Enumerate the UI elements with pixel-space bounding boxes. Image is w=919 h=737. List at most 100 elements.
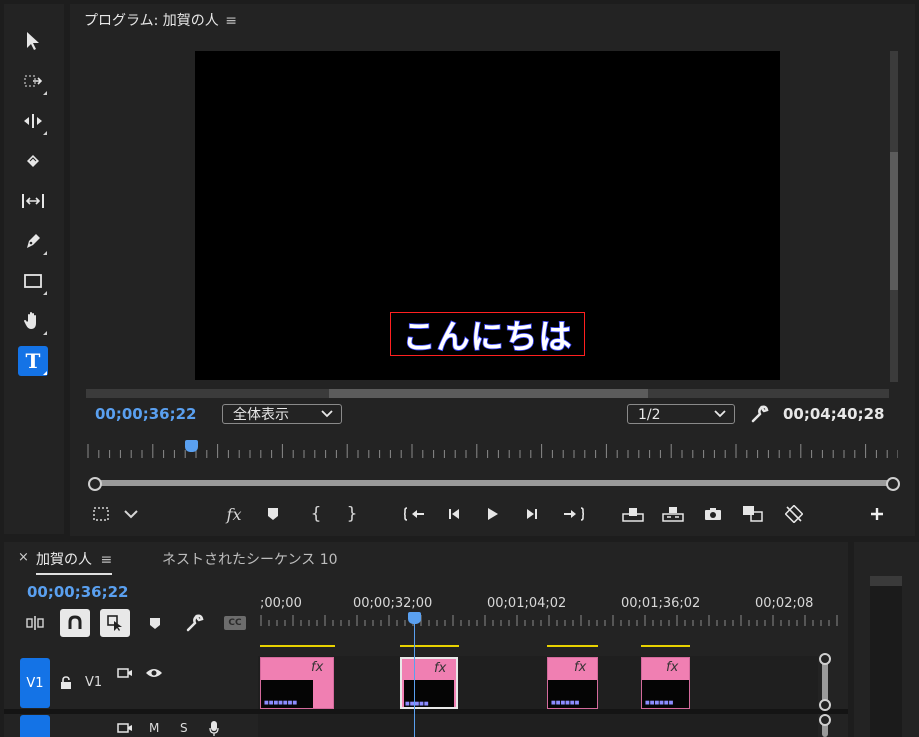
- audio-meter-header: [870, 576, 902, 586]
- export-frame-icon[interactable]: [702, 503, 724, 525]
- video-clip[interactable]: fx ■■■■■■■: [260, 657, 334, 709]
- timeline-add-marker-icon[interactable]: [144, 612, 166, 634]
- fx-icon[interactable]: fx: [222, 503, 246, 525]
- video-clip[interactable]: fx ■■■■■: [400, 657, 458, 709]
- play-icon[interactable]: [481, 503, 503, 525]
- current-timecode[interactable]: 00;00;36;22: [95, 405, 197, 423]
- ruler-label: 00;01;04;02: [487, 596, 567, 611]
- timeline-settings-wrench-icon[interactable]: [184, 612, 206, 634]
- rectangle-tool-icon[interactable]: [18, 266, 48, 296]
- magnet-icon: [68, 615, 82, 629]
- track-scroll-handle-bottom[interactable]: [819, 699, 831, 711]
- clip-thumbnail-text: ■■■■■■: [645, 700, 674, 706]
- proxy-toggle-icon[interactable]: [783, 503, 805, 525]
- timeline-timecode[interactable]: 00;00;36;22: [27, 583, 129, 601]
- eye-icon[interactable]: [144, 664, 164, 682]
- caption-text-box[interactable]: こんにちは: [390, 312, 585, 357]
- razor-tool-icon[interactable]: [18, 146, 48, 176]
- track-area: [258, 656, 818, 737]
- timeline-playhead-head[interactable]: [408, 612, 421, 624]
- type-tool-icon[interactable]: T: [18, 346, 48, 376]
- tab-close-icon[interactable]: ×: [18, 550, 29, 565]
- video-clip[interactable]: fx ■■■■■■: [641, 657, 690, 709]
- wrench-icon[interactable]: [749, 403, 771, 425]
- monitor-playhead[interactable]: [185, 440, 198, 452]
- add-marker-icon[interactable]: [262, 503, 284, 525]
- add-button-icon[interactable]: [866, 503, 888, 525]
- cc-label: CC: [228, 618, 242, 628]
- fit-dropdown-value: 全体表示: [233, 407, 289, 423]
- track-target-a[interactable]: [20, 715, 50, 737]
- work-area-bar: [400, 645, 459, 647]
- monitor-horizontal-scroll-thumb[interactable]: [329, 389, 648, 398]
- mark-out-icon[interactable]: }: [341, 503, 363, 525]
- timeline-playhead-line: [414, 624, 415, 737]
- fx-badge-icon: fx: [311, 660, 324, 675]
- audio-meter: [870, 576, 902, 737]
- step-back-icon[interactable]: [443, 503, 465, 525]
- track-scroll-handle-top[interactable]: [819, 714, 831, 726]
- zoom-handle-right[interactable]: [886, 477, 900, 491]
- clip-thumbnail-text: ■■■■■■■: [264, 700, 298, 706]
- ruler-label: 00;02;08: [755, 596, 814, 611]
- slip-tool-icon[interactable]: [18, 186, 48, 216]
- mute-button[interactable]: M: [149, 721, 159, 735]
- track-target-label: V1: [26, 675, 44, 691]
- tab-nested-sequence[interactable]: ネストされたシーケンス 10: [162, 549, 338, 569]
- go-to-in-icon[interactable]: [402, 503, 428, 525]
- selection-tool-icon[interactable]: [18, 26, 48, 56]
- linked-selection-icon: [107, 615, 122, 631]
- go-to-out-icon[interactable]: [560, 503, 586, 525]
- microphone-icon[interactable]: [205, 719, 223, 737]
- work-area-bar: [641, 645, 690, 647]
- ruler-label: 00;00;32;00: [353, 596, 433, 611]
- zoom-handle-left[interactable]: [88, 477, 102, 491]
- fx-badge-icon: fx: [574, 660, 587, 675]
- tab-active-label: 加賀の人: [36, 552, 92, 568]
- sync-lock-icon[interactable]: [115, 664, 135, 682]
- program-monitor-title: プログラム: 加賀の人: [84, 13, 219, 29]
- tab-menu-icon[interactable]: ≡: [100, 552, 112, 568]
- work-area-bar: [260, 645, 335, 647]
- track-scrollbar[interactable]: [822, 660, 828, 704]
- track-target-v1[interactable]: V1: [20, 658, 50, 708]
- fx-badge-icon: fx: [434, 661, 447, 676]
- panel-menu-icon[interactable]: ≡: [225, 13, 237, 29]
- sync-lock-icon[interactable]: [115, 719, 135, 737]
- solo-button[interactable]: S: [180, 721, 188, 735]
- caption-text: こんにちは: [402, 316, 573, 357]
- ripple-edit-tool-icon[interactable]: [18, 106, 48, 136]
- track-select-forward-tool-icon[interactable]: [18, 66, 48, 96]
- resolution-dropdown-value: 1/2: [638, 407, 661, 423]
- pen-tool-icon[interactable]: [18, 226, 48, 256]
- captions-cc-icon[interactable]: CC: [224, 616, 246, 630]
- lock-icon[interactable]: [57, 674, 75, 692]
- video-clip[interactable]: fx ■■■■■■: [547, 657, 598, 709]
- insert-nest-icon[interactable]: [24, 612, 46, 634]
- resolution-dropdown[interactable]: 1/2: [627, 404, 735, 424]
- duration-timecode: 00;04;40;28: [783, 405, 885, 423]
- mark-in-icon[interactable]: {: [305, 503, 327, 525]
- track-name-v1: V1: [85, 675, 103, 690]
- extract-icon[interactable]: [660, 503, 686, 525]
- hand-tool-icon[interactable]: [18, 306, 48, 336]
- tab-active-sequence[interactable]: 加賀の人 ≡: [36, 549, 113, 575]
- monitor-zoom-bar[interactable]: [94, 480, 892, 486]
- settings-chevron-icon[interactable]: [120, 503, 142, 525]
- linked-selection-button[interactable]: [100, 609, 130, 637]
- monitor-vertical-scroll-thumb[interactable]: [890, 152, 898, 290]
- comparison-view-icon[interactable]: [740, 503, 766, 525]
- step-forward-icon[interactable]: [521, 503, 543, 525]
- chevron-down-icon: [714, 404, 726, 424]
- timeline-ruler-ticks[interactable]: [260, 614, 840, 628]
- fx-badge-icon: fx: [666, 660, 679, 675]
- chevron-down-icon: [321, 404, 333, 424]
- safe-margins-icon[interactable]: [90, 503, 112, 525]
- lift-icon[interactable]: [620, 503, 646, 525]
- snap-button[interactable]: [60, 609, 90, 637]
- clip-thumbnail-text: ■■■■■: [405, 701, 429, 707]
- fit-dropdown[interactable]: 全体表示: [222, 404, 342, 424]
- track-scroll-handle-top[interactable]: [819, 653, 831, 665]
- monitor-time-ruler[interactable]: [86, 438, 898, 460]
- ruler-label: ;00;00: [260, 596, 302, 611]
